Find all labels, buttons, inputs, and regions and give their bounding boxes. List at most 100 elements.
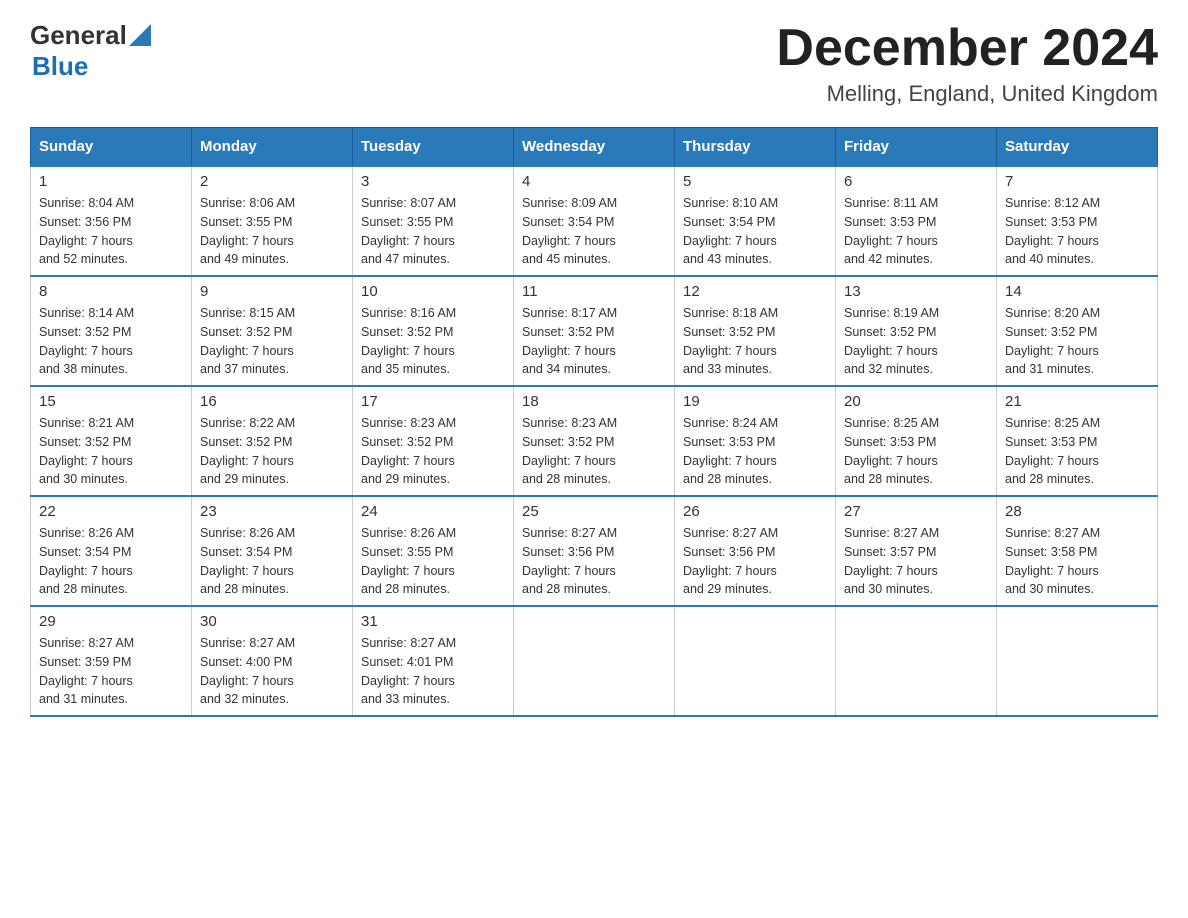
day-info: Sunrise: 8:20 AMSunset: 3:52 PMDaylight:…: [1005, 304, 1149, 379]
calendar-cell: 16 Sunrise: 8:22 AMSunset: 3:52 PMDaylig…: [192, 386, 353, 496]
page-header: General Blue December 2024 Melling, Engl…: [30, 20, 1158, 107]
day-info: Sunrise: 8:27 AMSunset: 4:00 PMDaylight:…: [200, 634, 344, 709]
calendar-header-thursday: Thursday: [675, 128, 836, 167]
logo-general-text: General: [30, 20, 127, 51]
calendar-cell: 24 Sunrise: 8:26 AMSunset: 3:55 PMDaylig…: [353, 496, 514, 606]
day-info: Sunrise: 8:27 AMSunset: 3:56 PMDaylight:…: [683, 524, 827, 599]
calendar-cell: 3 Sunrise: 8:07 AMSunset: 3:55 PMDayligh…: [353, 166, 514, 276]
page-title: December 2024: [776, 20, 1158, 77]
day-number: 29: [39, 613, 183, 630]
day-number: 5: [683, 173, 827, 190]
day-info: Sunrise: 8:25 AMSunset: 3:53 PMDaylight:…: [1005, 414, 1149, 489]
calendar-cell: 2 Sunrise: 8:06 AMSunset: 3:55 PMDayligh…: [192, 166, 353, 276]
day-number: 23: [200, 503, 344, 520]
calendar-cell: 20 Sunrise: 8:25 AMSunset: 3:53 PMDaylig…: [836, 386, 997, 496]
day-number: 13: [844, 283, 988, 300]
day-number: 28: [1005, 503, 1149, 520]
day-info: Sunrise: 8:27 AMSunset: 3:56 PMDaylight:…: [522, 524, 666, 599]
day-number: 3: [361, 173, 505, 190]
calendar-header-row: SundayMondayTuesdayWednesdayThursdayFrid…: [31, 128, 1158, 167]
calendar-cell: [997, 606, 1158, 716]
calendar-header-saturday: Saturday: [997, 128, 1158, 167]
calendar-header-wednesday: Wednesday: [514, 128, 675, 167]
day-number: 19: [683, 393, 827, 410]
calendar-cell: 19 Sunrise: 8:24 AMSunset: 3:53 PMDaylig…: [675, 386, 836, 496]
day-info: Sunrise: 8:10 AMSunset: 3:54 PMDaylight:…: [683, 194, 827, 269]
day-info: Sunrise: 8:27 AMSunset: 3:58 PMDaylight:…: [1005, 524, 1149, 599]
calendar-cell: 14 Sunrise: 8:20 AMSunset: 3:52 PMDaylig…: [997, 276, 1158, 386]
day-info: Sunrise: 8:26 AMSunset: 3:54 PMDaylight:…: [200, 524, 344, 599]
day-info: Sunrise: 8:26 AMSunset: 3:55 PMDaylight:…: [361, 524, 505, 599]
day-info: Sunrise: 8:12 AMSunset: 3:53 PMDaylight:…: [1005, 194, 1149, 269]
calendar-cell: [836, 606, 997, 716]
calendar-cell: 27 Sunrise: 8:27 AMSunset: 3:57 PMDaylig…: [836, 496, 997, 606]
day-info: Sunrise: 8:27 AMSunset: 3:59 PMDaylight:…: [39, 634, 183, 709]
calendar-cell: 11 Sunrise: 8:17 AMSunset: 3:52 PMDaylig…: [514, 276, 675, 386]
day-info: Sunrise: 8:11 AMSunset: 3:53 PMDaylight:…: [844, 194, 988, 269]
calendar-cell: 28 Sunrise: 8:27 AMSunset: 3:58 PMDaylig…: [997, 496, 1158, 606]
day-number: 14: [1005, 283, 1149, 300]
logo: General Blue: [30, 20, 151, 82]
calendar-cell: 17 Sunrise: 8:23 AMSunset: 3:52 PMDaylig…: [353, 386, 514, 496]
calendar-week-3: 15 Sunrise: 8:21 AMSunset: 3:52 PMDaylig…: [31, 386, 1158, 496]
day-number: 4: [522, 173, 666, 190]
day-number: 20: [844, 393, 988, 410]
calendar-cell: 1 Sunrise: 8:04 AMSunset: 3:56 PMDayligh…: [31, 166, 192, 276]
day-info: Sunrise: 8:24 AMSunset: 3:53 PMDaylight:…: [683, 414, 827, 489]
day-number: 6: [844, 173, 988, 190]
calendar-cell: 4 Sunrise: 8:09 AMSunset: 3:54 PMDayligh…: [514, 166, 675, 276]
day-info: Sunrise: 8:23 AMSunset: 3:52 PMDaylight:…: [361, 414, 505, 489]
day-number: 25: [522, 503, 666, 520]
calendar-cell: 23 Sunrise: 8:26 AMSunset: 3:54 PMDaylig…: [192, 496, 353, 606]
calendar-week-2: 8 Sunrise: 8:14 AMSunset: 3:52 PMDayligh…: [31, 276, 1158, 386]
logo-triangle-icon: [129, 24, 151, 46]
day-number: 2: [200, 173, 344, 190]
day-number: 10: [361, 283, 505, 300]
day-number: 26: [683, 503, 827, 520]
day-info: Sunrise: 8:09 AMSunset: 3:54 PMDaylight:…: [522, 194, 666, 269]
page-subtitle: Melling, England, United Kingdom: [776, 81, 1158, 107]
day-info: Sunrise: 8:16 AMSunset: 3:52 PMDaylight:…: [361, 304, 505, 379]
day-number: 18: [522, 393, 666, 410]
day-info: Sunrise: 8:06 AMSunset: 3:55 PMDaylight:…: [200, 194, 344, 269]
calendar-cell: [514, 606, 675, 716]
calendar-cell: 8 Sunrise: 8:14 AMSunset: 3:52 PMDayligh…: [31, 276, 192, 386]
day-info: Sunrise: 8:14 AMSunset: 3:52 PMDaylight:…: [39, 304, 183, 379]
logo-blue-text: Blue: [32, 51, 88, 82]
calendar-cell: 13 Sunrise: 8:19 AMSunset: 3:52 PMDaylig…: [836, 276, 997, 386]
calendar-cell: 30 Sunrise: 8:27 AMSunset: 4:00 PMDaylig…: [192, 606, 353, 716]
calendar-cell: 6 Sunrise: 8:11 AMSunset: 3:53 PMDayligh…: [836, 166, 997, 276]
day-info: Sunrise: 8:18 AMSunset: 3:52 PMDaylight:…: [683, 304, 827, 379]
day-info: Sunrise: 8:15 AMSunset: 3:52 PMDaylight:…: [200, 304, 344, 379]
day-number: 27: [844, 503, 988, 520]
day-info: Sunrise: 8:17 AMSunset: 3:52 PMDaylight:…: [522, 304, 666, 379]
day-info: Sunrise: 8:07 AMSunset: 3:55 PMDaylight:…: [361, 194, 505, 269]
day-info: Sunrise: 8:22 AMSunset: 3:52 PMDaylight:…: [200, 414, 344, 489]
calendar-cell: 22 Sunrise: 8:26 AMSunset: 3:54 PMDaylig…: [31, 496, 192, 606]
calendar-cell: 26 Sunrise: 8:27 AMSunset: 3:56 PMDaylig…: [675, 496, 836, 606]
day-number: 21: [1005, 393, 1149, 410]
calendar-cell: [675, 606, 836, 716]
calendar-table: SundayMondayTuesdayWednesdayThursdayFrid…: [30, 127, 1158, 717]
day-number: 17: [361, 393, 505, 410]
calendar-week-1: 1 Sunrise: 8:04 AMSunset: 3:56 PMDayligh…: [31, 166, 1158, 276]
day-number: 31: [361, 613, 505, 630]
day-number: 30: [200, 613, 344, 630]
day-number: 1: [39, 173, 183, 190]
day-info: Sunrise: 8:27 AMSunset: 3:57 PMDaylight:…: [844, 524, 988, 599]
day-number: 22: [39, 503, 183, 520]
calendar-cell: 12 Sunrise: 8:18 AMSunset: 3:52 PMDaylig…: [675, 276, 836, 386]
calendar-week-4: 22 Sunrise: 8:26 AMSunset: 3:54 PMDaylig…: [31, 496, 1158, 606]
calendar-cell: 9 Sunrise: 8:15 AMSunset: 3:52 PMDayligh…: [192, 276, 353, 386]
calendar-cell: 10 Sunrise: 8:16 AMSunset: 3:52 PMDaylig…: [353, 276, 514, 386]
day-info: Sunrise: 8:04 AMSunset: 3:56 PMDaylight:…: [39, 194, 183, 269]
calendar-cell: 15 Sunrise: 8:21 AMSunset: 3:52 PMDaylig…: [31, 386, 192, 496]
calendar-header-friday: Friday: [836, 128, 997, 167]
calendar-week-5: 29 Sunrise: 8:27 AMSunset: 3:59 PMDaylig…: [31, 606, 1158, 716]
day-info: Sunrise: 8:27 AMSunset: 4:01 PMDaylight:…: [361, 634, 505, 709]
day-info: Sunrise: 8:26 AMSunset: 3:54 PMDaylight:…: [39, 524, 183, 599]
calendar-cell: 7 Sunrise: 8:12 AMSunset: 3:53 PMDayligh…: [997, 166, 1158, 276]
calendar-cell: 5 Sunrise: 8:10 AMSunset: 3:54 PMDayligh…: [675, 166, 836, 276]
day-number: 9: [200, 283, 344, 300]
day-number: 12: [683, 283, 827, 300]
